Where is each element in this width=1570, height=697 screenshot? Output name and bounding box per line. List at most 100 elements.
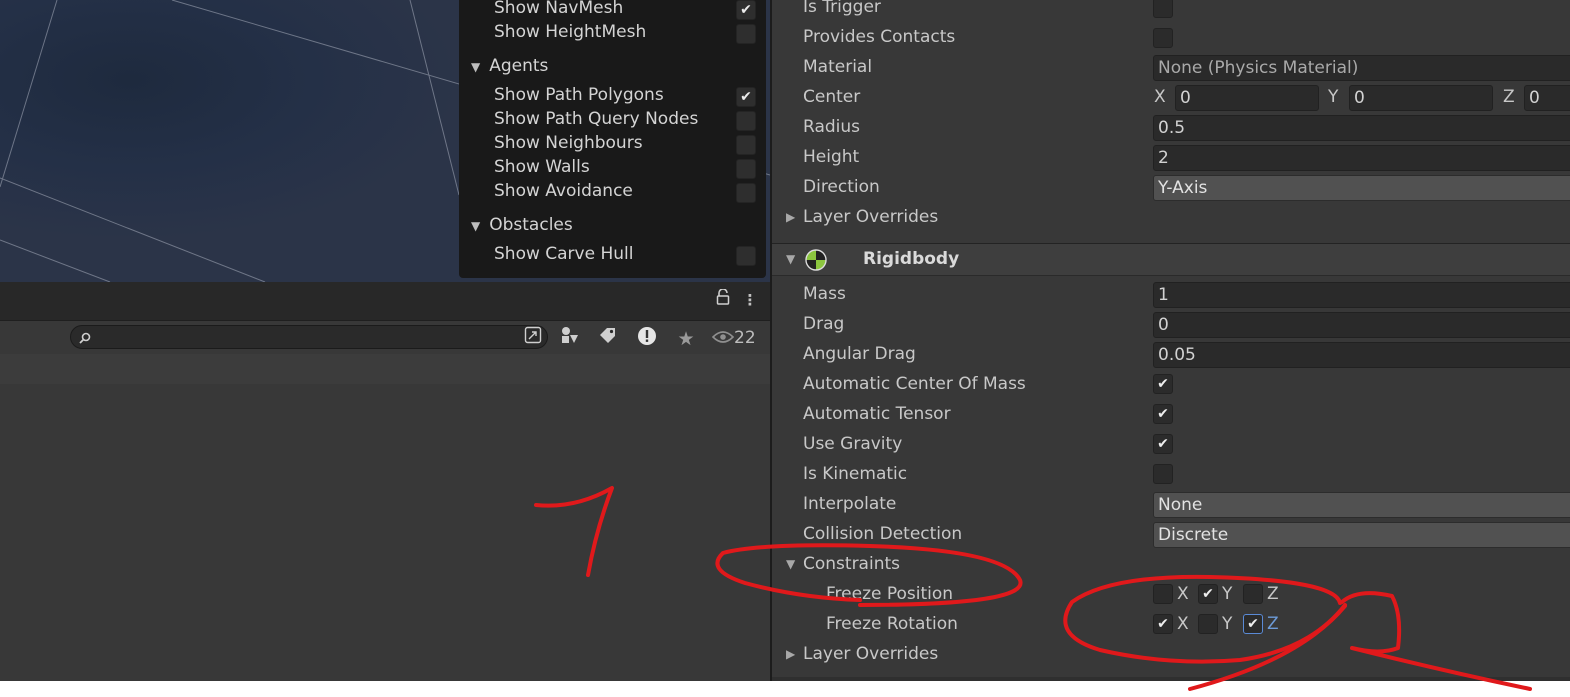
component-separator [772, 677, 1570, 681]
collision-detection-dropdown[interactable]: Discrete [1153, 522, 1570, 548]
interpolate-label: Interpolate [803, 494, 897, 514]
show-path-query-nodes-checkbox[interactable] [736, 111, 756, 131]
show-walls-checkbox[interactable] [736, 159, 756, 179]
freeze-position-y-checkbox[interactable]: ✔ [1198, 584, 1218, 604]
freeze-rotation-y-checkbox[interactable] [1198, 614, 1218, 634]
automatic-center-of-mass-checkbox[interactable]: ✔ [1153, 374, 1173, 394]
is-kinematic-checkbox[interactable] [1153, 464, 1173, 484]
foldout-expanded-icon: ▼ [786, 252, 796, 266]
drag-label: Drag [803, 314, 845, 334]
center-label: Center [803, 87, 861, 107]
show-avoidance-checkbox[interactable] [736, 183, 756, 203]
scene-view[interactable]: Show NavMesh ✔ Show HeightMesh ▼ Agents S… [0, 0, 770, 282]
rigidbody-layer-overrides-foldout[interactable]: Layer Overrides [803, 644, 938, 664]
drag-field[interactable]: 0 [1153, 312, 1570, 338]
rigidbody-title: Rigidbody [863, 249, 960, 269]
interpolate-dropdown[interactable]: None [1153, 492, 1570, 518]
freeze-rotation-label: Freeze Rotation [826, 614, 958, 634]
automatic-center-of-mass-label: Automatic Center Of Mass [803, 374, 1026, 394]
automatic-tensor-checkbox[interactable]: ✔ [1153, 404, 1173, 424]
agents-header: Agents [489, 56, 549, 76]
constraints-foldout[interactable]: Constraints [803, 554, 900, 574]
log-filter-icon[interactable] [632, 326, 662, 352]
freeze-position-z-checkbox[interactable] [1243, 584, 1263, 604]
freeze-rotation-x-checkbox[interactable]: ✔ [1153, 614, 1173, 634]
foldout-expanded-icon: ▼ [471, 60, 481, 74]
is-trigger-label: Is Trigger [803, 0, 881, 17]
material-object-field[interactable]: None (Physics Material) [1153, 55, 1570, 81]
hidden-count-toggle[interactable]: 22 [711, 326, 756, 350]
show-path-polygons-label: Show Path Polygons [494, 85, 664, 105]
foldout-collapsed-icon[interactable]: ▶ [786, 210, 795, 224]
rigidbody-component-header[interactable]: ▼ Rigidbody [772, 243, 1570, 276]
radius-label: Radius [803, 117, 861, 137]
show-neighbours-checkbox[interactable] [736, 135, 756, 155]
hidden-count: 22 [734, 328, 756, 348]
show-heightmesh-checkbox[interactable] [736, 24, 756, 44]
agents-foldout[interactable]: ▼ Agents [471, 56, 548, 76]
label-filter-icon[interactable] [593, 326, 623, 352]
obstacles-foldout[interactable]: ▼ Obstacles [471, 215, 573, 235]
lock-icon[interactable] [708, 287, 738, 313]
direction-label: Direction [803, 177, 880, 197]
direction-dropdown[interactable]: Y-Axis [1153, 175, 1570, 201]
material-label: Material [803, 57, 873, 77]
show-navmesh-label: Show NavMesh [494, 0, 624, 18]
more-menu-icon[interactable]: ⋮ [735, 287, 765, 313]
freeze-position-y-label: Y [1222, 584, 1233, 604]
panel-tab-bar: ⋮ [0, 282, 770, 320]
freeze-position-x-checkbox[interactable] [1153, 584, 1173, 604]
angular-drag-label: Angular Drag [803, 344, 916, 364]
inspector-panel: Is Trigger Provides Contacts Material No… [770, 0, 1570, 681]
obstacles-header: Obstacles [489, 215, 573, 235]
center-y-axis-label: Y [1328, 87, 1339, 107]
project-header-strip [0, 354, 770, 384]
freeze-rotation-z-checkbox[interactable]: ✔ [1243, 614, 1263, 634]
freeze-rotation-z-label: Z [1267, 614, 1279, 634]
angular-drag-field[interactable]: 0.05 [1153, 342, 1570, 368]
freeze-position-x-label: X [1177, 584, 1189, 604]
show-heightmesh-label: Show HeightMesh [494, 22, 647, 42]
height-label: Height [803, 147, 860, 167]
visibility-icon [711, 331, 735, 343]
scene-search-icon[interactable] [518, 326, 548, 352]
show-carve-hull-checkbox[interactable] [736, 246, 756, 266]
use-gravity-label: Use Gravity [803, 434, 903, 454]
collision-detection-label: Collision Detection [803, 524, 963, 544]
collider-layer-overrides-foldout[interactable]: Layer Overrides [803, 207, 938, 227]
show-path-polygons-checkbox[interactable]: ✔ [736, 87, 756, 107]
mass-label: Mass [803, 284, 846, 304]
is-trigger-checkbox[interactable] [1153, 0, 1173, 18]
freeze-rotation-y-label: Y [1222, 614, 1233, 634]
show-walls-label: Show Walls [494, 157, 590, 177]
center-x-axis-label: X [1154, 87, 1166, 107]
is-kinematic-label: Is Kinematic [803, 464, 908, 484]
freeze-position-label: Freeze Position [826, 584, 954, 604]
rigidbody-icon [805, 249, 827, 271]
use-gravity-checkbox[interactable]: ✔ [1153, 434, 1173, 454]
height-field[interactable]: 2 [1153, 145, 1570, 171]
automatic-tensor-label: Automatic Tensor [803, 404, 951, 424]
freeze-position-z-label: Z [1267, 584, 1279, 604]
foldout-expanded-icon[interactable]: ▼ [786, 557, 795, 571]
show-carve-hull-label: Show Carve Hull [494, 244, 634, 264]
type-filter-icon[interactable] [555, 326, 585, 352]
center-y-field[interactable]: 0 [1349, 85, 1493, 111]
center-x-field[interactable]: 0 [1175, 85, 1319, 111]
search-icon [79, 332, 91, 344]
search-input[interactable] [70, 325, 548, 349]
show-navmesh-checkbox[interactable]: ✔ [736, 0, 756, 20]
favorites-icon[interactable]: ★ [671, 326, 701, 352]
provides-contacts-checkbox[interactable] [1153, 28, 1173, 48]
show-neighbours-label: Show Neighbours [494, 133, 643, 153]
provides-contacts-label: Provides Contacts [803, 27, 956, 47]
project-search-toolbar: ★ 22 [0, 320, 770, 354]
center-z-axis-label: Z [1503, 87, 1515, 107]
foldout-expanded-icon: ▼ [471, 219, 481, 233]
center-z-field[interactable]: 0 [1524, 85, 1570, 111]
radius-field[interactable]: 0.5 [1153, 115, 1570, 141]
show-avoidance-label: Show Avoidance [494, 181, 633, 201]
project-content-area[interactable] [0, 384, 770, 681]
foldout-collapsed-icon[interactable]: ▶ [786, 647, 795, 661]
mass-field[interactable]: 1 [1153, 282, 1570, 308]
